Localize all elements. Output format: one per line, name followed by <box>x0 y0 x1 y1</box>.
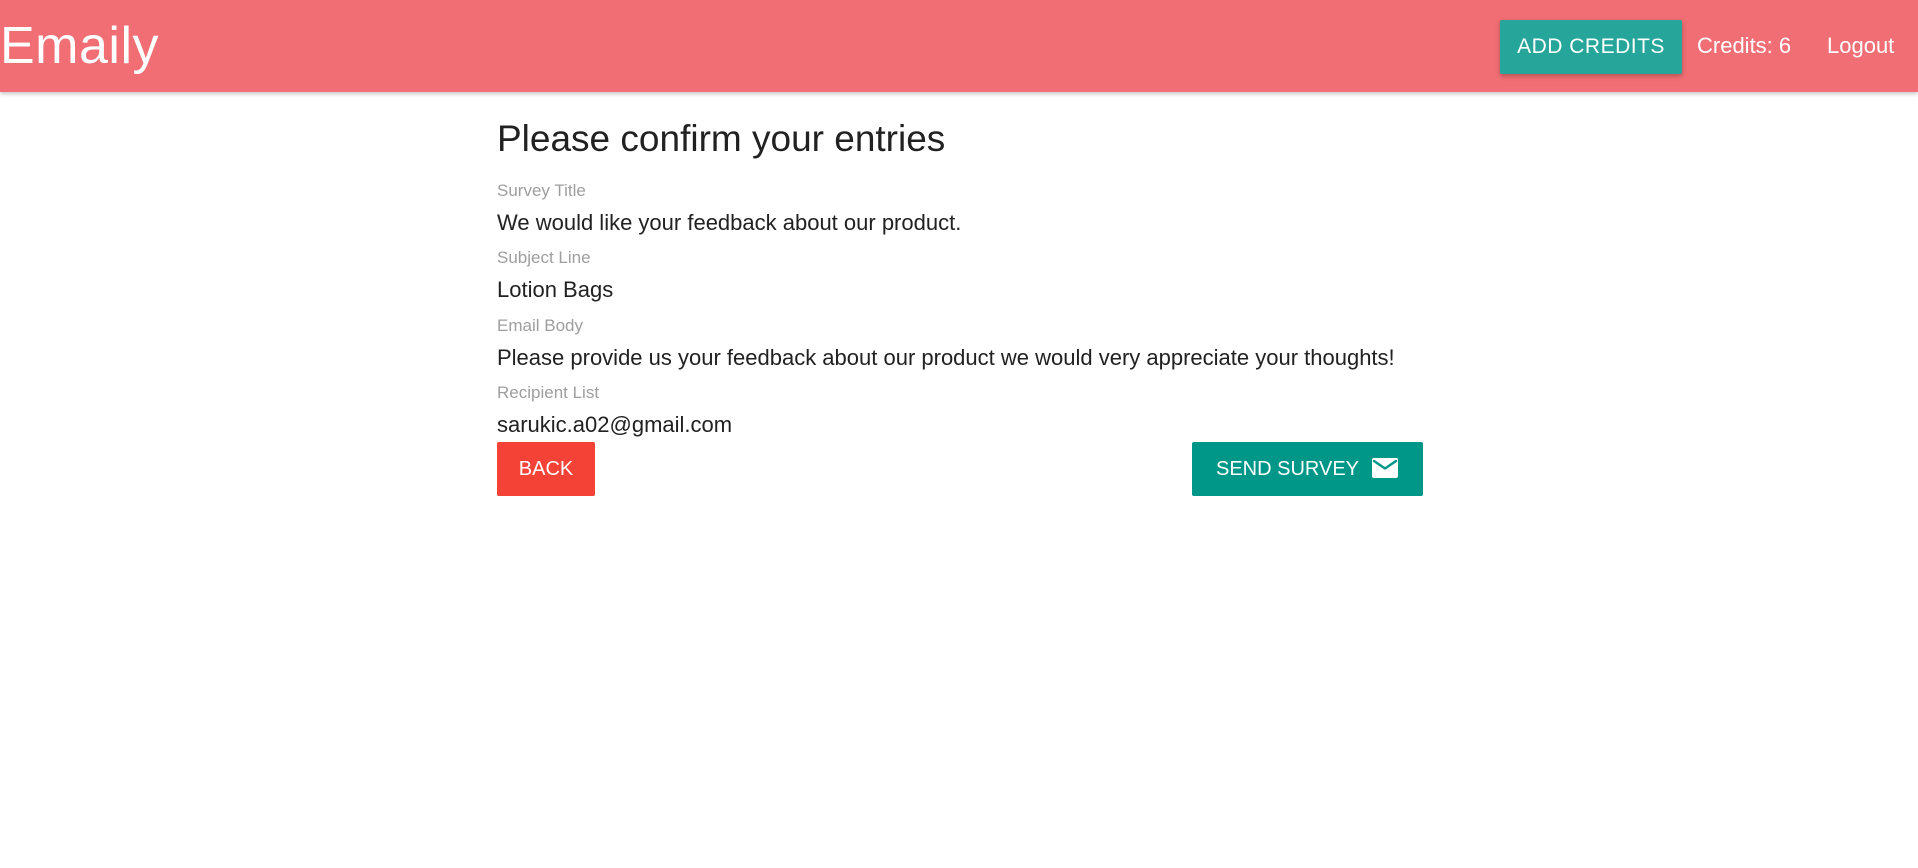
email-body-value: Please provide us your feedback about ou… <box>497 345 1395 370</box>
brand-logo[interactable]: Emaily <box>0 13 159 79</box>
send-survey-label: Send Survey <box>1216 458 1360 480</box>
back-button[interactable]: Back <box>497 442 595 496</box>
add-credits-button[interactable]: Add Credits <box>1500 20 1682 74</box>
subject-line-value: Lotion Bags <box>497 277 614 302</box>
credits-count: Credits: 6 <box>1697 33 1792 58</box>
navbar: Emaily Add Credits Credits: 6 Logout <box>0 0 1918 92</box>
recipient-list-label: Recipient List <box>497 383 600 402</box>
recipient-list-value: sarukic.a02@gmail.com <box>497 412 733 437</box>
send-survey-button[interactable]: Send Survey <box>1192 442 1423 496</box>
page-title: Please confirm your entries <box>497 118 946 159</box>
survey-title-label: Survey Title <box>497 181 586 200</box>
subject-line-label: Subject Line <box>497 248 591 267</box>
email-body-label: Email Body <box>497 316 583 335</box>
email-icon <box>1372 458 1398 478</box>
survey-title-value: We would like your feedback about our pr… <box>497 210 962 235</box>
logout-link[interactable]: Logout <box>1827 32 1894 60</box>
